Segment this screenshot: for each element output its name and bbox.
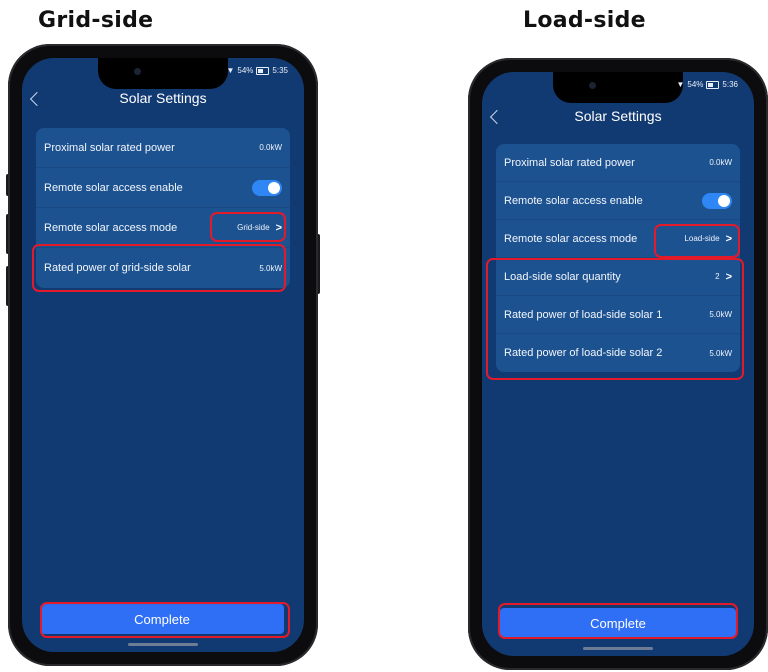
remote-enable-toggle[interactable] bbox=[252, 179, 282, 196]
battery-icon bbox=[256, 66, 270, 75]
status-time: 5:36 bbox=[722, 80, 738, 89]
row-grid-side-power[interactable]: Rated power of grid-side solar 5.0kW bbox=[36, 248, 290, 288]
home-indicator bbox=[128, 643, 198, 646]
chevron-right-icon: > bbox=[725, 232, 732, 245]
page-title: Solar Settings bbox=[119, 90, 207, 106]
chevron-right-icon: > bbox=[725, 270, 732, 283]
signal-icon: ▼ bbox=[226, 66, 235, 75]
home-indicator bbox=[583, 647, 653, 650]
status-time: 5:35 bbox=[272, 66, 288, 75]
battery-icon bbox=[706, 80, 720, 89]
row-label: Remote solar access mode bbox=[44, 221, 178, 234]
row-value: 5.0kW bbox=[709, 310, 732, 319]
row-label: Load-side solar quantity bbox=[504, 270, 621, 283]
mode-value[interactable]: Load-side bbox=[684, 234, 719, 243]
row-label: Proximal solar rated power bbox=[44, 141, 175, 154]
mode-value[interactable]: Grid-side bbox=[237, 223, 269, 232]
row-value: 2 bbox=[715, 272, 720, 281]
caption-load-side: Load-side bbox=[523, 8, 646, 33]
screen: ▼ 54% 5:35 Solar Settings Proximal solar… bbox=[22, 58, 304, 652]
row-value: 0.0kW bbox=[709, 158, 732, 167]
phone-load-side: ▼ 54% 5:36 Solar Settings Proximal solar… bbox=[468, 58, 768, 670]
row-load-quantity[interactable]: Load-side solar quantity 2 > bbox=[496, 258, 740, 296]
page-title: Solar Settings bbox=[574, 108, 662, 124]
row-value: 0.0kW bbox=[259, 143, 282, 152]
row-load-power-2[interactable]: Rated power of load-side solar 2 5.0kW bbox=[496, 334, 740, 372]
row-label: Rated power of load-side solar 1 bbox=[504, 308, 663, 321]
row-remote-enable: Remote solar access enable bbox=[36, 168, 290, 208]
row-label: Rated power of load-side solar 2 bbox=[504, 347, 663, 359]
settings-card: Proximal solar rated power 0.0kW Remote … bbox=[36, 128, 290, 288]
row-remote-mode[interactable]: Remote solar access mode Grid-side > bbox=[36, 208, 290, 248]
row-value: 5.0kW bbox=[709, 348, 732, 358]
complete-button[interactable]: Complete bbox=[40, 604, 284, 634]
screen: ▼ 54% 5:36 Solar Settings Proximal solar… bbox=[482, 72, 754, 656]
chevron-right-icon: > bbox=[275, 221, 282, 234]
row-proximal-power: Proximal solar rated power 0.0kW bbox=[496, 144, 740, 182]
row-label: Proximal solar rated power bbox=[504, 156, 635, 169]
row-remote-mode[interactable]: Remote solar access mode Load-side > bbox=[496, 220, 740, 258]
phone-grid-side: ▼ 54% 5:35 Solar Settings Proximal solar… bbox=[6, 44, 320, 666]
row-load-power-1[interactable]: Rated power of load-side solar 1 5.0kW bbox=[496, 296, 740, 334]
row-proximal-power: Proximal solar rated power 0.0kW bbox=[36, 128, 290, 168]
row-label: Rated power of grid-side solar bbox=[44, 262, 191, 274]
complete-button[interactable]: Complete bbox=[500, 608, 736, 638]
notch bbox=[98, 58, 228, 89]
row-label: Remote solar access mode bbox=[504, 232, 638, 245]
row-value: 5.0kW bbox=[259, 263, 282, 273]
battery-percent: 54% bbox=[687, 80, 704, 89]
status-bar: ▼ 54% 5:36 bbox=[676, 80, 738, 89]
remote-enable-toggle[interactable] bbox=[702, 192, 732, 209]
caption-grid-side: Grid-side bbox=[38, 8, 154, 33]
battery-percent: 54% bbox=[237, 66, 254, 75]
camera-icon bbox=[134, 68, 141, 75]
row-label: Remote solar access enable bbox=[44, 181, 183, 194]
settings-card: Proximal solar rated power 0.0kW Remote … bbox=[496, 144, 740, 372]
row-label: Remote solar access enable bbox=[504, 194, 643, 207]
row-remote-enable: Remote solar access enable bbox=[496, 182, 740, 220]
notch bbox=[553, 72, 683, 103]
status-bar: ▼ 54% 5:35 bbox=[226, 66, 288, 75]
signal-icon: ▼ bbox=[676, 80, 685, 89]
camera-icon bbox=[589, 82, 596, 89]
